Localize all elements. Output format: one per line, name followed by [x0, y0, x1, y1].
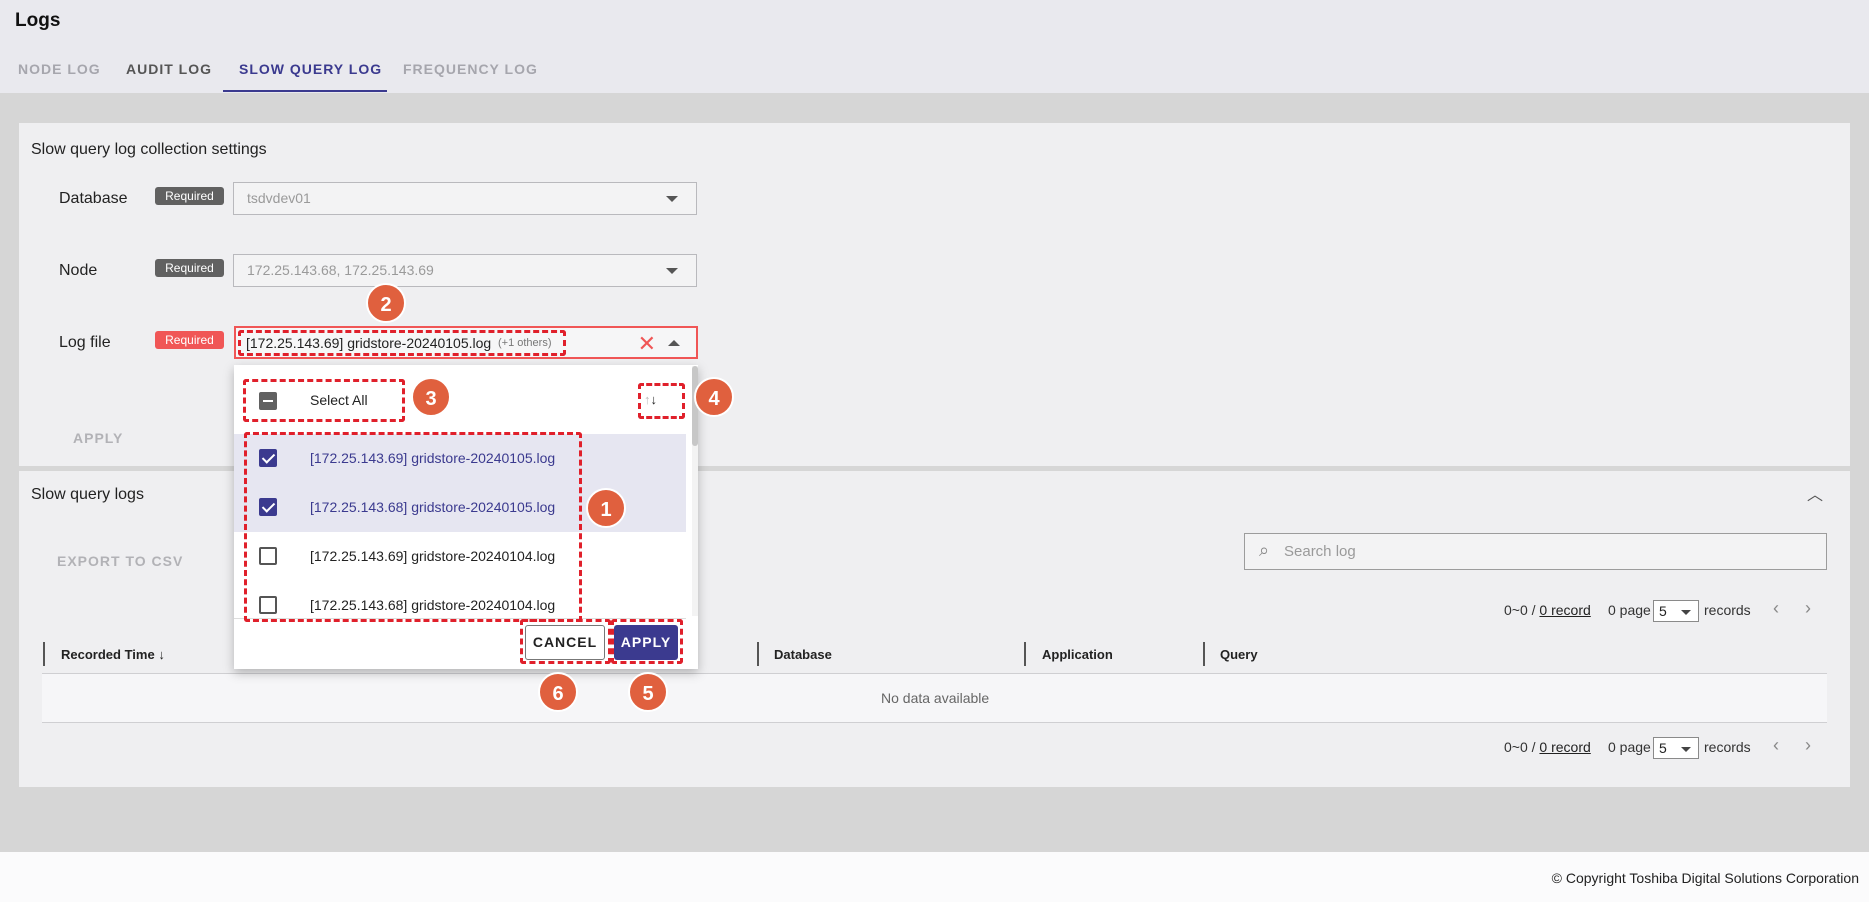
per-page-value: 5	[1659, 740, 1667, 756]
annotation-box-6	[520, 619, 611, 664]
pager-range: 0~0 /	[1504, 602, 1540, 618]
node-select-value: 172.25.143.68, 172.25.143.69	[247, 262, 434, 278]
tab-slow-query-log[interactable]: SLOW QUERY LOG	[239, 61, 382, 77]
column-recorded-time[interactable]: Recorded Time ↓	[61, 647, 165, 662]
settings-title: Slow query log collection settings	[31, 141, 267, 158]
caret-down-icon	[1681, 747, 1691, 752]
annotation-box-1	[244, 432, 582, 622]
annotation-box-3	[243, 379, 405, 422]
logs-title: Slow query logs	[31, 486, 144, 503]
annotation-badge-6: 6	[538, 672, 578, 712]
node-select[interactable]: 172.25.143.68, 172.25.143.69	[233, 254, 697, 287]
search-input[interactable]: ⌕ Search log	[1244, 533, 1827, 570]
annotation-box-5	[611, 619, 683, 664]
records-label: records	[1704, 739, 1751, 755]
caret-down-icon	[666, 268, 678, 274]
clear-icon[interactable]: ✕	[638, 328, 656, 359]
tab-audit-log[interactable]: AUDIT LOG	[126, 61, 212, 77]
export-csv-button[interactable]: EXPORT TO CSV	[57, 553, 183, 569]
caret-down-icon	[1681, 610, 1691, 615]
column-query[interactable]: Query	[1220, 647, 1258, 662]
per-page-value: 5	[1659, 603, 1667, 619]
column-separator	[1203, 642, 1205, 666]
search-placeholder: Search log	[1284, 543, 1356, 560]
tab-node-log[interactable]: NODE LOG	[18, 61, 101, 77]
column-recorded-time-label: Recorded Time	[61, 647, 155, 662]
top-bar	[0, 0, 1869, 93]
collapse-icon[interactable]: ︿	[1807, 481, 1823, 505]
annotation-badge-5: 5	[628, 672, 668, 712]
records-label: records	[1704, 602, 1751, 618]
records-link[interactable]: 0 record	[1539, 739, 1590, 755]
copyright-text: © Copyright Toshiba Digital Solutions Co…	[1551, 870, 1859, 886]
database-select-value: tsdvdev01	[247, 190, 311, 206]
settings-apply-button[interactable]: APPLY	[73, 430, 123, 446]
records-link[interactable]: 0 record	[1539, 602, 1590, 618]
prev-page-icon[interactable]: ‹	[1773, 598, 1779, 619]
logfile-required-badge: Required	[155, 331, 224, 349]
caret-up-icon	[668, 340, 680, 346]
column-application[interactable]: Application	[1042, 647, 1113, 662]
prev-page-icon[interactable]: ‹	[1773, 735, 1779, 756]
search-icon: ⌕	[1259, 540, 1270, 560]
per-page-select[interactable]: 5	[1653, 600, 1699, 622]
next-page-icon[interactable]: ›	[1805, 735, 1811, 756]
column-separator	[757, 642, 759, 666]
pager-pages: 0 page	[1608, 739, 1651, 755]
annotation-badge-3: 3	[411, 377, 451, 417]
per-page-select[interactable]: 5	[1653, 737, 1699, 759]
pager-bottom: 0~0 / 0 record	[1504, 739, 1591, 755]
node-label: Node	[59, 262, 98, 279]
annotation-badge-4: 4	[694, 377, 734, 417]
tab-frequency-log[interactable]: FREQUENCY LOG	[403, 61, 538, 77]
next-page-icon[interactable]: ›	[1805, 598, 1811, 619]
pager-pages: 0 page	[1608, 602, 1651, 618]
page-title: Logs	[15, 10, 61, 31]
column-separator	[43, 642, 45, 666]
pager-top: 0~0 / 0 record	[1504, 602, 1591, 618]
database-select[interactable]: tsdvdev01	[233, 182, 697, 215]
caret-down-icon	[666, 196, 678, 202]
database-required-badge: Required	[155, 187, 224, 205]
annotation-badge-2: 2	[366, 283, 406, 323]
sort-desc-icon: ↓	[158, 647, 165, 662]
database-label: Database	[59, 190, 128, 207]
annotation-box-4	[638, 383, 685, 419]
column-database[interactable]: Database	[774, 647, 832, 662]
column-separator	[1024, 642, 1026, 666]
empty-text: No data available	[881, 690, 990, 706]
active-tab-indicator	[223, 90, 387, 92]
node-required-badge: Required	[155, 259, 224, 277]
annotation-badge-1: 1	[586, 488, 626, 528]
annotation-box-2	[238, 330, 566, 356]
logfile-label: Log file	[59, 334, 111, 351]
table-divider	[42, 722, 1827, 723]
pager-range: 0~0 /	[1504, 739, 1540, 755]
